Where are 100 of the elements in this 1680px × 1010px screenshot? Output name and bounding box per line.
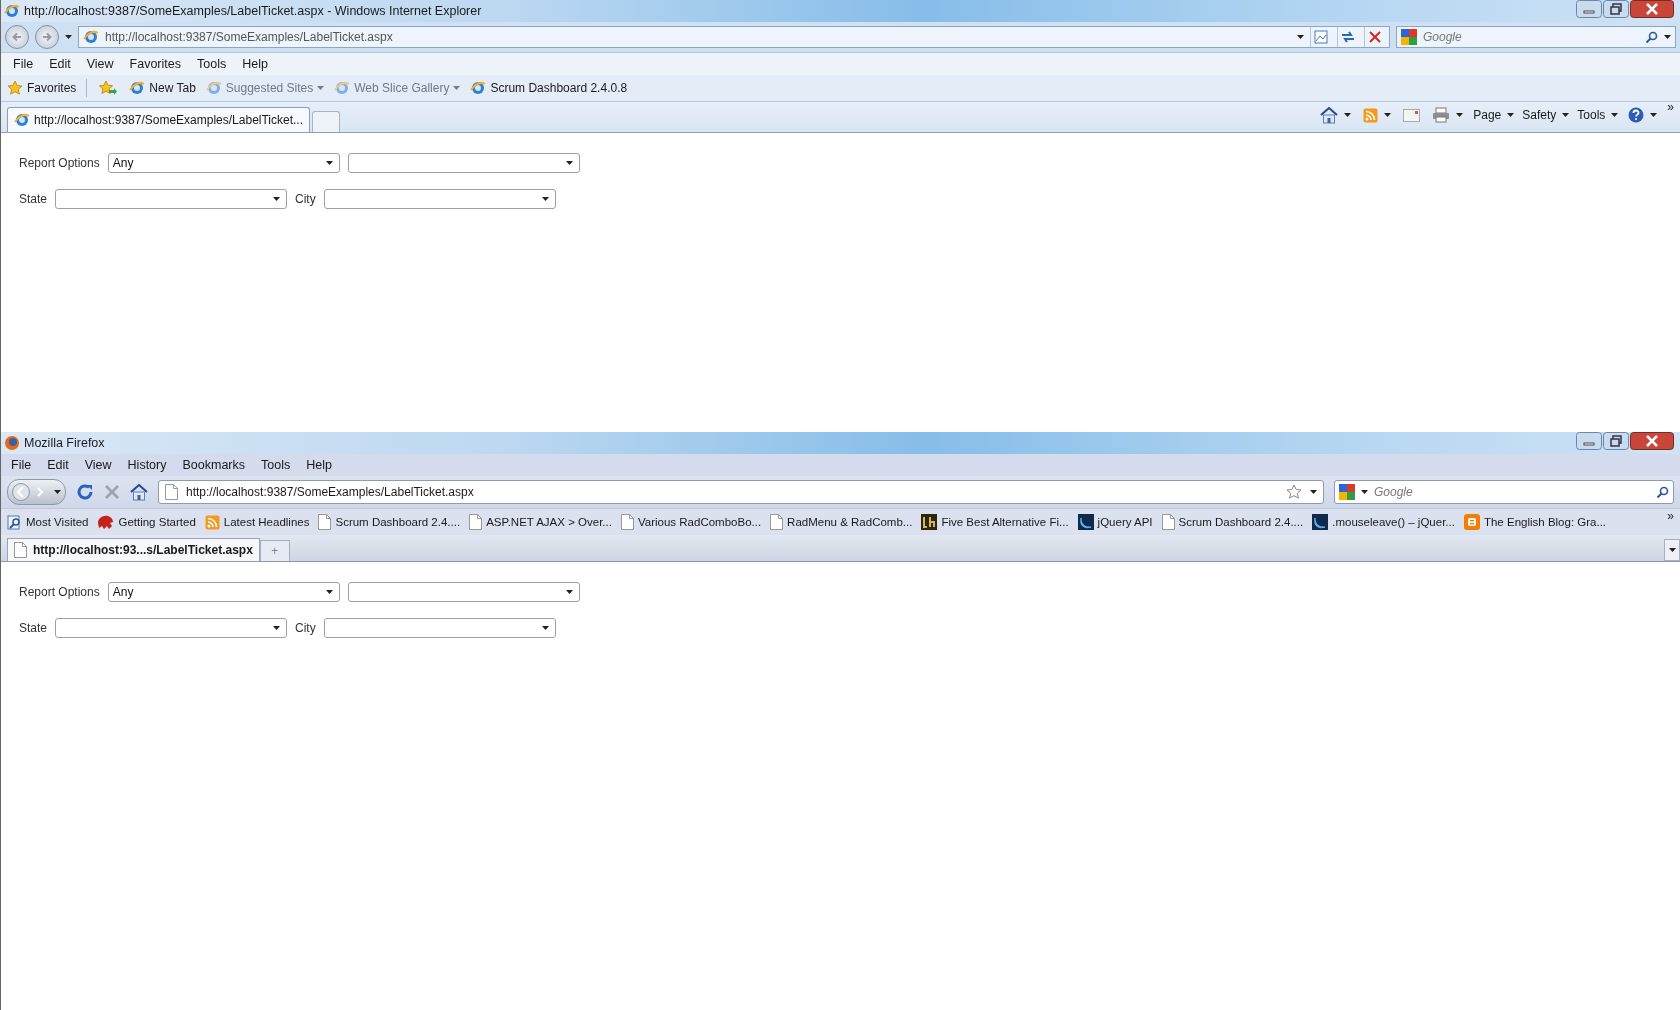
caret-icon — [273, 197, 281, 201]
bookmark-item[interactable]: Getting Started — [97, 514, 196, 530]
bookmark-item[interactable]: Most Visited — [7, 514, 89, 530]
compatibility-icon[interactable] — [1314, 30, 1328, 44]
window-title: http://localhost:9387/SomeExamples/LabelTicket.aspx - Windows Internet Explorer — [24, 4, 483, 18]
dropdown[interactable]: Any — [107, 153, 340, 173]
menu-item[interactable]: Favorites — [121, 57, 189, 71]
search-field[interactable]: Google — [1396, 26, 1676, 48]
dropdown[interactable] — [347, 153, 580, 173]
bookmark-item[interactable]: RadMenu & RadComb... — [770, 514, 913, 530]
menu-item[interactable]: Edit — [41, 57, 79, 71]
dropdown[interactable] — [55, 189, 288, 209]
refresh-icon[interactable] — [1341, 30, 1355, 44]
back-forward-button[interactable] — [7, 479, 66, 505]
menu-item[interactable]: Help — [234, 57, 276, 71]
close-button[interactable] — [1630, 432, 1674, 450]
dropdown[interactable] — [55, 618, 288, 638]
overflow-chevron[interactable]: » — [1667, 509, 1674, 523]
search-icon[interactable] — [1645, 30, 1658, 44]
caret-icon — [54, 490, 61, 494]
new-tab-button[interactable] — [312, 111, 341, 132]
feed-icon — [204, 514, 220, 530]
bookmark-item[interactable]: Five Best Alternative Fi... — [921, 514, 1069, 530]
dropdown[interactable] — [347, 582, 580, 602]
browser-tab[interactable]: http://localhost:9387/SomeExamples/LabelTicket... — [7, 107, 311, 132]
caret-icon — [1361, 490, 1368, 494]
caret-icon — [565, 161, 573, 165]
help-button[interactable] — [1626, 105, 1660, 125]
reload-icon[interactable] — [76, 483, 94, 501]
bookmark-item[interactable]: Various RadComboBo... — [620, 514, 762, 530]
stop-icon[interactable] — [1369, 31, 1381, 43]
caret-icon — [565, 590, 573, 594]
command-menu[interactable]: Safety — [1522, 108, 1570, 122]
menu-item[interactable]: Help — [298, 458, 340, 472]
caret-icon — [325, 161, 333, 165]
address-field[interactable]: http://localhost:9387/SomeExamples/LabelTicket.aspx — [158, 480, 1324, 504]
command-menu[interactable]: Tools — [1577, 108, 1619, 122]
google-logo-icon — [1401, 29, 1417, 45]
help-icon[interactable] — [1628, 107, 1645, 123]
square-logo-icon — [921, 514, 938, 530]
print-icon[interactable] — [1432, 107, 1451, 123]
bookmark-star-icon[interactable] — [1286, 484, 1302, 500]
caret-icon — [1664, 35, 1671, 39]
back-button[interactable] — [5, 25, 29, 49]
page-icon — [165, 484, 178, 500]
home-icon[interactable] — [130, 483, 148, 501]
form-label: State — [19, 192, 48, 206]
globe-icon — [4, 3, 20, 19]
menu-item[interactable]: Bookmarks — [174, 458, 253, 472]
favorites-item[interactable]: Suggested Sites — [205, 80, 325, 96]
menu-item[interactable]: View — [76, 458, 120, 472]
favorites-item[interactable]: Web Slice Gallery — [334, 80, 461, 96]
bookmark-item[interactable]: Latest Headlines — [204, 514, 310, 530]
restore-button[interactable] — [1603, 0, 1629, 18]
dropdown[interactable]: Any — [107, 582, 340, 602]
bookmark-item[interactable]: .mouseleave() – jQuer... — [1312, 514, 1455, 530]
caret-icon — [1297, 35, 1304, 39]
favorites-item[interactable]: Scrum Dashboard 2.4.0.8 — [470, 80, 628, 96]
stop-icon[interactable] — [104, 484, 120, 500]
dropdown[interactable] — [323, 189, 556, 209]
bookmark-item[interactable]: jQuery API — [1077, 514, 1153, 530]
overflow-chevron[interactable]: » — [1667, 100, 1674, 114]
search-icon — [7, 514, 22, 530]
bookmark-item[interactable]: Scrum Dashboard 2.4.... — [1161, 514, 1304, 530]
arrow-icon — [12, 32, 22, 42]
form-label: Report Options — [19, 156, 100, 170]
print-button[interactable] — [1430, 105, 1466, 125]
menu-item[interactable]: Tools — [189, 57, 235, 71]
arrow-icon — [42, 32, 52, 42]
caret-icon — [317, 86, 325, 90]
search-icon[interactable] — [1656, 485, 1669, 499]
bookmark-item[interactable]: Scrum Dashboard 2.4.... — [318, 514, 461, 530]
restore-button[interactable] — [1603, 432, 1629, 450]
caret-icon — [1344, 113, 1352, 117]
menu-item[interactable]: View — [78, 57, 122, 71]
bookmark-item[interactable]: The English Blog: Gra... — [1463, 514, 1607, 530]
home-icon[interactable] — [1320, 106, 1339, 124]
menu-item[interactable]: Edit — [39, 458, 77, 472]
caret-icon — [541, 626, 549, 630]
close-button[interactable] — [1630, 0, 1674, 18]
bookmark-item[interactable]: ASP.NET AJAX > Over... — [469, 514, 612, 530]
dropdown[interactable] — [323, 618, 556, 638]
page-icon — [318, 514, 332, 530]
favorites-item[interactable]: Favorites — [7, 80, 77, 96]
command-menu[interactable]: Page — [1473, 108, 1515, 122]
menu-item[interactable]: File — [3, 458, 40, 472]
caret-icon — [65, 35, 72, 39]
browser-tab[interactable]: http://localhost:93...s/LabelTicket.aspx — [7, 538, 260, 561]
favorites-item[interactable]: New Tab — [129, 80, 196, 96]
forward-button[interactable] — [35, 25, 59, 49]
menu-item[interactable]: File — [5, 57, 42, 71]
menu-item[interactable]: Tools — [253, 458, 299, 472]
tab-list-button[interactable] — [1664, 539, 1680, 561]
search-field[interactable]: Google — [1334, 480, 1674, 504]
home-button[interactable] — [1318, 104, 1354, 126]
address-field[interactable]: http://localhost:9387/SomeExamples/LabelTicket.aspx — [78, 26, 1390, 48]
caret-icon — [1384, 113, 1392, 117]
firefox-logo-icon — [4, 435, 20, 451]
menu-item[interactable]: History — [119, 458, 175, 472]
caret-icon — [453, 86, 461, 90]
